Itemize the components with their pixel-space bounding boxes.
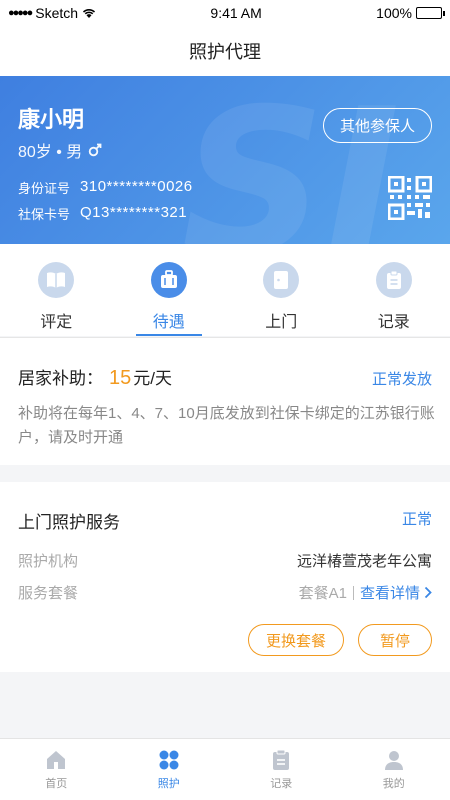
signal-icon: ●●●●● xyxy=(8,7,33,19)
id-number-row: 身份证号 310********0026 xyxy=(18,178,193,197)
book-icon xyxy=(47,272,66,288)
insured-meta: 80岁 • 男 xyxy=(18,138,102,162)
chevron-right-icon xyxy=(424,586,432,599)
subsidy-amount: 15 xyxy=(109,367,132,389)
tabbar-label: 首页 xyxy=(45,777,68,790)
carrier-label: Sketch xyxy=(35,5,79,21)
care-org-label: 照护机构 xyxy=(18,553,79,570)
tab-label: 待遇 xyxy=(152,314,185,331)
active-tab-indicator xyxy=(135,334,202,336)
other-insured-button[interactable]: 其他参保人 xyxy=(322,108,432,143)
user-icon xyxy=(384,750,403,770)
tab-benefits[interactable]: 待遇 xyxy=(113,244,226,336)
care-icon xyxy=(159,750,179,769)
social-card-label: 社保卡号 xyxy=(18,207,71,222)
tabbar-records[interactable]: 记录 xyxy=(225,739,338,800)
service-title: 上门照护服务 xyxy=(18,513,120,532)
battery-icon xyxy=(415,7,445,19)
clock: 9:41 AM xyxy=(210,5,262,21)
tab-records[interactable]: 记录 xyxy=(338,244,450,336)
nav-bar: 照护代理 xyxy=(0,26,450,76)
package-label: 服务套餐 xyxy=(18,585,79,602)
tabbar-care[interactable]: 照护 xyxy=(113,739,226,800)
briefcase-icon xyxy=(160,270,177,288)
care-org-row: 照护机构 远洋椿萱茂老年公寓 xyxy=(18,550,432,571)
change-package-button[interactable]: 更换套餐 xyxy=(248,624,344,656)
category-tabs: 评定 待遇 上门 记录 xyxy=(0,244,450,336)
door-icon xyxy=(274,271,289,289)
package-row: 服务套餐 套餐A1 查看详情 xyxy=(18,582,432,603)
wifi-icon xyxy=(82,9,96,18)
battery-percent: 100% xyxy=(376,5,412,21)
package-value: 套餐A1 xyxy=(298,585,347,602)
home-subsidy-card: 居家补助： 15 元/天 正常发放 补助将在每年1、4、7、10月底发放到社保卡… xyxy=(0,337,450,465)
id-number-label: 身份证号 xyxy=(18,181,71,196)
view-details-label: 查看详情 xyxy=(359,585,420,602)
view-details-link[interactable]: 查看详情 xyxy=(360,582,432,603)
subsidy-description: 补助将在每年1、4、7、10月底发放到社保卡绑定的江苏银行账户，请及时开通 xyxy=(18,405,435,446)
pause-button[interactable]: 暂停 xyxy=(358,624,432,656)
subsidy-title: 居家补助： 15 元/天 xyxy=(18,364,172,390)
status-bar: ●●●●● Sketch 9:41 AM 100% xyxy=(0,0,450,26)
service-status: 正常 xyxy=(401,511,432,528)
male-icon xyxy=(89,143,102,157)
bottom-tab-bar: 首页 照护 记录 我的 xyxy=(0,738,450,800)
tab-label: 记录 xyxy=(377,314,410,331)
divider xyxy=(352,585,354,600)
home-care-service-card: 上门照护服务 正常 照护机构 远洋椿萱茂老年公寓 服务套餐 套餐A1 查看详情 … xyxy=(0,482,450,672)
profile-card: SI 康小明 80岁 • 男 其他参保人 身份证号 310********002… xyxy=(0,76,450,244)
subsidy-label: 居家补助： xyxy=(18,369,103,388)
card-watermark: SI xyxy=(181,76,400,244)
insured-name: 康小明 xyxy=(18,107,85,132)
tabbar-label: 记录 xyxy=(270,777,293,790)
tabbar-label: 照护 xyxy=(157,777,180,790)
tab-label: 评定 xyxy=(40,314,73,331)
id-number-value: 310********0026 xyxy=(80,178,193,195)
subsidy-status: 正常发放 xyxy=(371,371,432,388)
tabbar-home[interactable]: 首页 xyxy=(0,739,113,800)
tabbar-profile[interactable]: 我的 xyxy=(338,739,450,800)
home-icon xyxy=(47,750,66,769)
social-card-value: Q13********321 xyxy=(80,204,188,221)
tab-label: 上门 xyxy=(265,314,298,331)
subsidy-unit: 元/天 xyxy=(133,369,172,388)
social-card-row: 社保卡号 Q13********321 xyxy=(18,204,187,223)
record-icon xyxy=(273,749,290,770)
clipboard-icon xyxy=(386,270,401,289)
insured-age-gender: 80岁 • 男 xyxy=(18,144,83,161)
tabbar-label: 我的 xyxy=(382,777,405,790)
tab-assessment[interactable]: 评定 xyxy=(0,244,113,336)
page-title: 照护代理 xyxy=(189,42,261,62)
qr-code-icon[interactable] xyxy=(388,176,432,220)
care-org-value: 远洋椿萱茂老年公寓 xyxy=(296,553,432,570)
tab-home-visit[interactable]: 上门 xyxy=(225,244,338,336)
